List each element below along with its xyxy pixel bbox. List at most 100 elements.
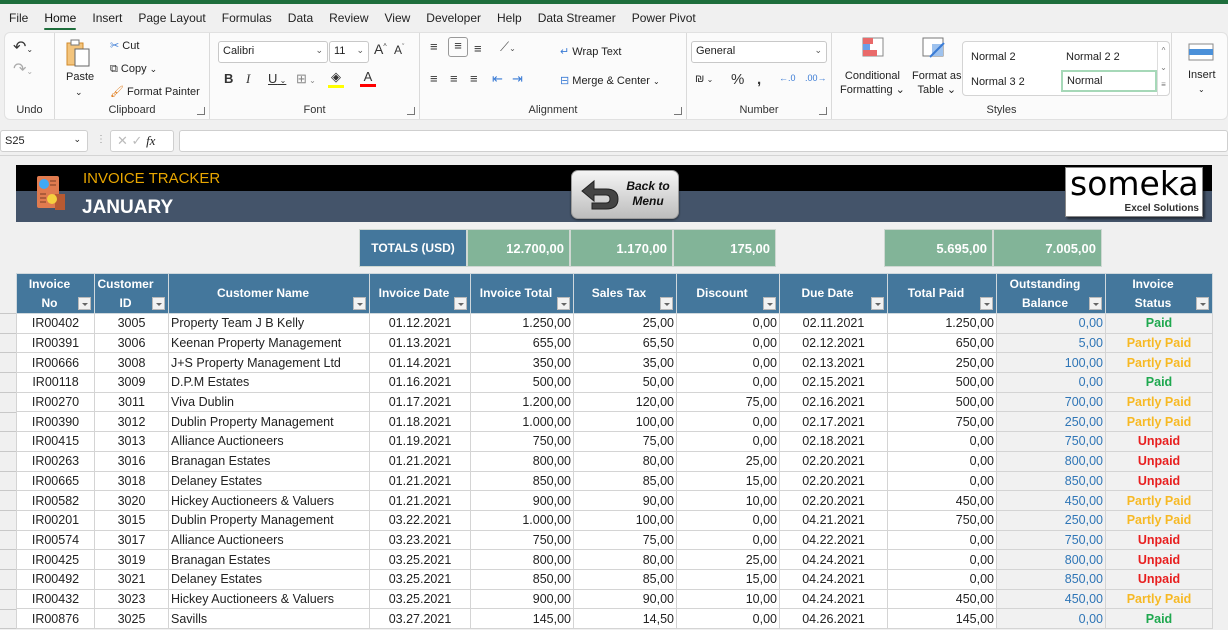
- redo-icon[interactable]: ↷⌄: [13, 59, 33, 79]
- cell-due-date[interactable]: 02.13.2021: [779, 352, 888, 374]
- cell-customer-name[interactable]: Viva Dublin: [168, 391, 370, 413]
- filter-dropdown-icon[interactable]: [871, 297, 884, 310]
- style-normal-3-2[interactable]: Normal 3 2: [971, 76, 1025, 88]
- cell-discount[interactable]: 0,00: [676, 332, 780, 354]
- cell-invoice-date[interactable]: 03.25.2021: [369, 568, 471, 590]
- cell-invoice-no[interactable]: IR00270: [16, 391, 95, 413]
- underline-button[interactable]: U ⌄: [268, 71, 286, 86]
- cell-invoice-total[interactable]: 850,00: [470, 470, 574, 492]
- confirm-icon[interactable]: ✓: [132, 133, 143, 148]
- cell-invoice-status[interactable]: Paid: [1105, 313, 1213, 334]
- cell-invoice-date[interactable]: 01.21.2021: [369, 450, 471, 472]
- cell-discount[interactable]: 0,00: [676, 509, 780, 531]
- cell-invoice-status[interactable]: Partly Paid: [1105, 391, 1213, 413]
- cell-invoice-status[interactable]: Unpaid: [1105, 431, 1213, 452]
- cell-customer-id[interactable]: 3015: [94, 509, 169, 531]
- cell-total-paid[interactable]: 650,00: [887, 332, 997, 354]
- cell-invoice-date[interactable]: 03.23.2021: [369, 529, 471, 551]
- tab-power-pivot[interactable]: Power Pivot: [624, 11, 704, 32]
- cell-total-paid[interactable]: 0,00: [887, 450, 997, 472]
- cell-customer-id[interactable]: 3005: [94, 313, 169, 334]
- align-right-icon[interactable]: ≡: [470, 71, 478, 86]
- cell-discount[interactable]: 0,00: [676, 352, 780, 374]
- filter-dropdown-icon[interactable]: [353, 297, 366, 310]
- fill-color-icon[interactable]: ◈: [328, 69, 344, 88]
- cell-invoice-status[interactable]: Unpaid: [1105, 529, 1213, 551]
- cell-sales-tax[interactable]: 75,00: [573, 529, 677, 551]
- cell-sales-tax[interactable]: 85,00: [573, 568, 677, 590]
- copy-button[interactable]: ⧉ Copy ⌄: [110, 63, 157, 76]
- cell-invoice-status[interactable]: Partly Paid: [1105, 352, 1213, 374]
- cell-invoice-total[interactable]: 655,00: [470, 332, 574, 354]
- cell-outstanding-balance[interactable]: 800,00: [996, 450, 1106, 472]
- cell-invoice-date[interactable]: 01.14.2021: [369, 352, 471, 374]
- cell-sales-tax[interactable]: 90,00: [573, 588, 677, 610]
- tab-formulas[interactable]: Formulas: [214, 11, 280, 32]
- cell-invoice-total[interactable]: 800,00: [470, 549, 574, 570]
- cell-outstanding-balance[interactable]: 5,00: [996, 332, 1106, 354]
- cell-invoice-status[interactable]: Unpaid: [1105, 450, 1213, 472]
- cut-button[interactable]: ✂ Cut: [110, 39, 139, 52]
- cell-customer-name[interactable]: Dublin Property Management: [168, 509, 370, 531]
- cell-total-paid[interactable]: 500,00: [887, 372, 997, 393]
- align-top-icon[interactable]: ≡: [430, 39, 438, 54]
- cell-due-date[interactable]: 02.15.2021: [779, 372, 888, 393]
- cell-due-date[interactable]: 04.24.2021: [779, 549, 888, 570]
- tab-view[interactable]: View: [377, 11, 419, 32]
- cell-customer-id[interactable]: 3020: [94, 490, 169, 511]
- font-color-icon[interactable]: A: [360, 69, 376, 87]
- cell-sales-tax[interactable]: 14,50: [573, 608, 677, 629]
- cell-customer-id[interactable]: 3021: [94, 568, 169, 590]
- filter-dropdown-icon[interactable]: [557, 297, 570, 310]
- cell-invoice-date[interactable]: 01.12.2021: [369, 313, 471, 334]
- cell-invoice-status[interactable]: Partly Paid: [1105, 411, 1213, 433]
- percent-button[interactable]: %: [731, 71, 744, 88]
- cell-invoice-date[interactable]: 03.25.2021: [369, 549, 471, 570]
- cell-customer-name[interactable]: Branagan Estates: [168, 450, 370, 472]
- cell-customer-name[interactable]: Alliance Auctioneers: [168, 529, 370, 551]
- cell-discount[interactable]: 0,00: [676, 608, 780, 629]
- cell-customer-name[interactable]: Branagan Estates: [168, 549, 370, 570]
- shrink-font-button[interactable]: Aˇ: [394, 43, 404, 57]
- cell-sales-tax[interactable]: 50,00: [573, 372, 677, 393]
- cell-total-paid[interactable]: 500,00: [887, 391, 997, 413]
- borders-icon[interactable]: ⊞ ⌄: [296, 71, 316, 87]
- filter-dropdown-icon[interactable]: [980, 297, 993, 310]
- cell-invoice-status[interactable]: Unpaid: [1105, 549, 1213, 570]
- cell-customer-id[interactable]: 3009: [94, 372, 169, 393]
- decrease-decimal-icon[interactable]: .00→: [805, 73, 827, 83]
- cell-customer-id[interactable]: 3012: [94, 411, 169, 433]
- cell-invoice-no[interactable]: IR00665: [16, 470, 95, 492]
- cell-invoice-date[interactable]: 01.18.2021: [369, 411, 471, 433]
- cell-total-paid[interactable]: 145,00: [887, 608, 997, 629]
- cell-outstanding-balance[interactable]: 0,00: [996, 372, 1106, 393]
- cell-sales-tax[interactable]: 80,00: [573, 549, 677, 570]
- cell-customer-name[interactable]: Delaney Estates: [168, 568, 370, 590]
- cell-total-paid[interactable]: 0,00: [887, 549, 997, 570]
- cell-invoice-no[interactable]: IR00574: [16, 529, 95, 551]
- cell-total-paid[interactable]: 750,00: [887, 509, 997, 531]
- filter-dropdown-icon[interactable]: [152, 297, 165, 310]
- filter-dropdown-icon[interactable]: [454, 297, 467, 310]
- cell-invoice-status[interactable]: Partly Paid: [1105, 490, 1213, 511]
- cell-invoice-no[interactable]: IR00432: [16, 588, 95, 610]
- cell-due-date[interactable]: 02.18.2021: [779, 431, 888, 452]
- cancel-icon[interactable]: ✕: [117, 133, 128, 148]
- cell-invoice-no[interactable]: IR00390: [16, 411, 95, 433]
- cell-discount[interactable]: 0,00: [676, 529, 780, 551]
- cell-invoice-total[interactable]: 350,00: [470, 352, 574, 374]
- wrap-text-button[interactable]: ↵ Wrap Text: [560, 45, 621, 58]
- cell-due-date[interactable]: 02.17.2021: [779, 411, 888, 433]
- cell-invoice-total[interactable]: 850,00: [470, 568, 574, 590]
- cell-customer-id[interactable]: 3018: [94, 470, 169, 492]
- cell-total-paid[interactable]: 0,00: [887, 431, 997, 452]
- cell-invoice-date[interactable]: 03.27.2021: [369, 608, 471, 629]
- cell-discount[interactable]: 25,00: [676, 549, 780, 570]
- cell-due-date[interactable]: 02.11.2021: [779, 313, 888, 334]
- insert-function-icon[interactable]: fx: [146, 133, 155, 148]
- cell-outstanding-balance[interactable]: 250,00: [996, 509, 1106, 531]
- cell-sales-tax[interactable]: 100,00: [573, 509, 677, 531]
- tab-insert[interactable]: Insert: [84, 11, 130, 32]
- filter-dropdown-icon[interactable]: [763, 297, 776, 310]
- italic-button[interactable]: I: [246, 71, 250, 87]
